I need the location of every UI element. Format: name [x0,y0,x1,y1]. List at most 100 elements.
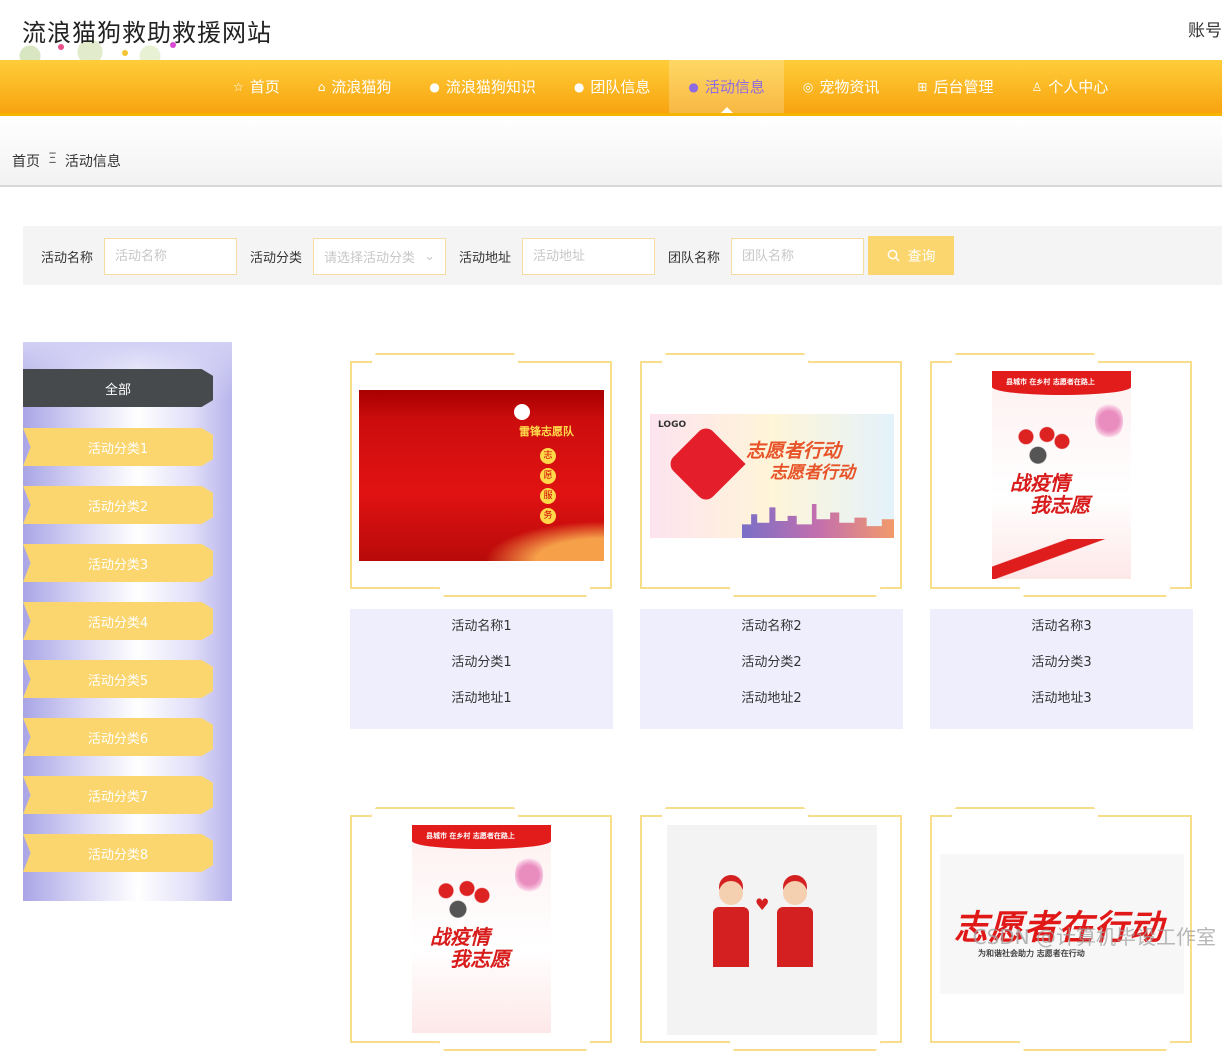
card-activity-category: 活动分类1 [451,655,512,670]
activity-address-input[interactable] [522,238,655,275]
category-label: 活动分类4 [87,615,149,631]
nav-item-knowledge[interactable]: ● 流浪猫狗知识 [410,60,555,113]
nav-item-home[interactable]: ☆ 首页 [214,60,299,113]
category-item[interactable]: 活动分类8 [23,834,213,872]
nav-label: 团队信息 [590,78,651,96]
chevron-down-icon: ⌄ [424,249,435,264]
activity-poster-image[interactable]: 县城市 在乡村 志愿者在路上 战疫情 我志愿 [412,825,551,1033]
card-activity-address: 活动地址3 [1031,691,1092,706]
card-info: 活动名称3 活动分类3 活动地址3 [930,609,1193,729]
activity-card[interactable]: 雷锋志愿队 志 愿 服 务 活动名称1 活动分类1 活动地址1 [350,361,614,729]
breadcrumb-current: 活动信息 [64,154,121,170]
poster-slogan-char: 服 [540,488,556,504]
nav-label: 后台管理 [933,78,994,96]
category-item[interactable]: 活动分类6 [23,718,213,756]
account-link[interactable]: 账号 [1188,16,1222,41]
card-activity-name: 活动名称2 [741,619,802,634]
poster-title-2: 我志愿 [450,947,510,971]
breadcrumb-home[interactable]: 首页 [12,151,40,171]
category-item[interactable]: 活动分类1 [23,428,213,466]
nav-item-team[interactable]: ● 团队信息 [555,60,670,113]
activity-poster-image[interactable]: ♥ [667,825,877,1035]
search-icon [887,249,900,262]
nav-list: ☆ 首页 ⌂ 流浪猫狗 ● 流浪猫狗知识 ● 团队信息 ● 活动信息 ◎ 宠物资讯 ⊞ 后台管… [214,60,1127,113]
category-item-all[interactable]: 全部 [23,369,213,407]
card-activity-category: 活动分类2 [741,655,802,670]
card-image-frame: 雷锋志愿队 志 愿 服 务 [350,361,612,589]
poster-logo: LOGO [658,420,687,430]
tab-decoration [23,712,35,718]
activity-poster-image[interactable]: LOGO 志愿者行动 志愿者行动 [650,414,894,538]
search-button[interactable]: 查询 [868,236,954,275]
team-name-label: 团队名称 [668,251,721,266]
breadcrumb: 首页 Ξ 活动信息 [12,151,121,171]
activity-card[interactable]: LOGO 志愿者行动 志愿者行动 活动名称2 活动分类2 活动地址2 [640,361,904,729]
card-image-frame: 县城市 在乡村 志愿者在路上 战疫情 我志愿 [930,361,1192,589]
search-bar: 活动名称 活动分类 请选择活动分类 ⌄ 活动地址 团队名称 查询 [23,226,1222,285]
poster-top-text: 县城市 在乡村 志愿者在路上 [1006,378,1095,386]
card-activity-address: 活动地址2 [741,691,802,706]
nav-item-pet-news[interactable]: ◎ 宠物资讯 [784,60,899,113]
info-circle-icon: ● [688,79,699,94]
tab-decoration [23,770,35,776]
category-item[interactable]: 活动分类2 [23,486,213,524]
card-info: 活动名称2 活动分类2 活动地址2 [640,609,903,729]
category-select-placeholder: 请选择活动分类 [324,251,416,266]
info-icon: ● [429,79,440,94]
card-image-frame: ♥ [640,815,902,1043]
activity-address-label: 活动地址 [459,251,512,266]
gift-icon: ⊞ [917,79,928,94]
flower-decoration [122,50,128,56]
activity-card[interactable]: ♥ [640,815,904,1043]
poster-title-2: 志愿者行动 [770,463,855,483]
tab-decoration [23,654,35,660]
category-item[interactable]: 活动分类5 [23,660,213,698]
settings-icon: ◎ [802,79,814,94]
category-label: 活动分类1 [87,441,149,457]
activity-name-input[interactable] [104,238,237,275]
category-label: 活动分类7 [87,789,149,805]
breadcrumb-bar: 首页 Ξ 活动信息 [0,116,1222,187]
card-activity-category: 活动分类3 [1031,655,1092,670]
main-nav: ☆ 首页 ⌂ 流浪猫狗 ● 流浪猫狗知识 ● 团队信息 ● 活动信息 ◎ 宠物资讯 ⊞ 后台管… [0,60,1222,116]
activity-card[interactable]: 县城市 在乡村 志愿者在路上 战疫情 我志愿 活动名称3 活动分类3 活动地址3 [930,361,1194,729]
card-image-frame: 县城市 在乡村 志愿者在路上 战疫情 我志愿 [350,815,612,1043]
card-activity-address: 活动地址1 [451,691,512,706]
poster-slogan-char: 愿 [540,468,556,484]
poster-title: 雷锋志愿队 [519,425,574,438]
poster-title-2: 我志愿 [1030,493,1090,517]
category-label: 活动分类2 [87,499,149,515]
category-item[interactable]: 活动分类7 [23,776,213,814]
team-name-input[interactable] [731,238,864,275]
card-image-frame: LOGO 志愿者行动 志愿者行动 [640,361,902,589]
watermark: CSDN @计算机毕设工作室 [972,925,1216,949]
category-label: 活动分类3 [87,557,149,573]
nav-label: 首页 [249,78,280,96]
nav-item-activities[interactable]: ● 活动信息 [669,60,784,113]
tab-decoration [23,480,35,486]
category-label: 全部 [104,382,131,398]
nav-label: 宠物资讯 [819,78,880,96]
activity-poster-image[interactable]: 县城市 在乡村 志愿者在路上 战疫情 我志愿 [992,371,1131,579]
nav-item-stray-pets[interactable]: ⌂ 流浪猫狗 [299,60,411,113]
nav-item-profile[interactable]: ♙ 个人中心 [1013,60,1128,113]
category-item[interactable]: 活动分类4 [23,602,213,640]
tab-decoration [23,422,35,428]
breadcrumb-separator: Ξ [48,151,57,167]
nav-label: 个人中心 [1048,78,1109,96]
activity-category-select[interactable]: 请选择活动分类 ⌄ [313,238,446,275]
activity-poster-image[interactable]: 雷锋志愿队 志 愿 服 务 [359,390,604,561]
site-title: 流浪猫狗救助救援网站 [22,19,272,47]
search-button-label: 查询 [907,247,936,264]
card-info: 活动名称1 活动分类1 活动地址1 [350,609,613,729]
card-activity-name: 活动名称3 [1031,619,1092,634]
tab-decoration [23,828,35,834]
category-label: 活动分类5 [87,673,149,689]
nav-item-admin[interactable]: ⊞ 后台管理 [898,60,1012,113]
tab-decoration [23,538,35,544]
category-label: 活动分类6 [87,731,149,747]
bag-icon: ⌂ [317,79,326,94]
poster-top-text: 县城市 在乡村 志愿者在路上 [426,832,515,840]
category-item[interactable]: 活动分类3 [23,544,213,582]
activity-card[interactable]: 县城市 在乡村 志愿者在路上 战疫情 我志愿 [350,815,614,1043]
